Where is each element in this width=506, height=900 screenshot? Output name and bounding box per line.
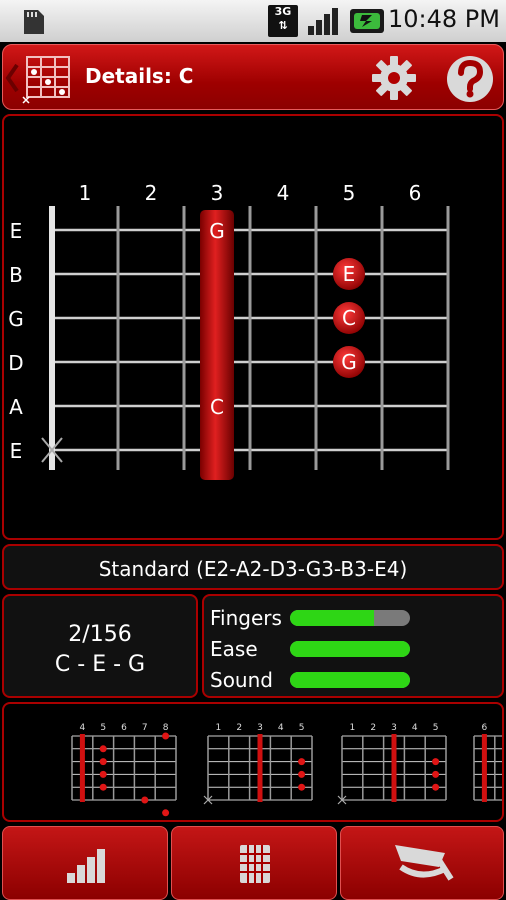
variant-fret-number: 3: [391, 723, 397, 733]
fret-number: 1: [79, 181, 92, 205]
variants-canvas[interactable]: 4 5 6 7 8 1 2 3 4 5 1 2 3 4 5 6: [4, 704, 502, 820]
variant-fret-number: 4: [278, 723, 284, 733]
variant-barre: [79, 734, 85, 802]
finger-dot-note: E: [343, 262, 356, 286]
rating-bar: [290, 610, 410, 626]
chord-variant[interactable]: 6: [473, 723, 502, 802]
variant-dot: [298, 758, 306, 766]
variant-fret-number: 2: [236, 723, 242, 733]
variant-fret-number: 2: [370, 723, 376, 733]
variant-dot: [432, 758, 440, 766]
network-3g-icon: 3G ⇅: [268, 5, 298, 37]
variant-dot: [162, 732, 170, 740]
variant-fret-number: 6: [482, 723, 488, 733]
chord-variant[interactable]: 4 5 6 7 8: [71, 723, 177, 817]
variant-dot: [141, 796, 149, 804]
signal-bars-icon: [67, 849, 105, 883]
string-name: E: [10, 219, 23, 243]
battery-charging-icon: [350, 9, 384, 33]
variant-fret-number: 4: [80, 723, 86, 733]
chord-diagram-panel[interactable]: 123456EBGDAEGCECG: [2, 114, 504, 540]
string-name: E: [10, 439, 23, 463]
rating-fingers: Fingers: [210, 604, 500, 632]
gear-icon[interactable]: [371, 55, 417, 101]
chord-variant[interactable]: 1 2 3 4 5: [337, 723, 447, 805]
variant-fret-number: 5: [433, 723, 439, 733]
fret-number: 4: [277, 181, 290, 205]
rating-fill: [290, 641, 410, 657]
finger-dot-note: G: [341, 350, 357, 374]
variant-dot: [99, 745, 107, 753]
variant-fret-number: 4: [412, 723, 418, 733]
variant-fret-number: 5: [299, 723, 305, 733]
chord-notes: C - E - G: [54, 652, 146, 677]
page-title: Details: C: [85, 64, 194, 88]
chord-fretboard[interactable]: 1 2 3 4 5 6EBGDAEGCECG: [4, 116, 502, 538]
rating-fill: [290, 610, 374, 626]
string-name: G: [8, 307, 24, 331]
string-name: A: [9, 395, 23, 419]
fret-number: 3: [211, 181, 224, 205]
rating-label: Sound: [210, 668, 273, 692]
rating-bar: [290, 641, 410, 657]
rating-label: Ease: [210, 637, 258, 661]
fret-number: 6: [409, 181, 422, 205]
app-header: Details: C: [2, 44, 504, 110]
finger-dot-note: C: [342, 306, 356, 330]
fret-number: 2: [145, 181, 158, 205]
variant-fret-number: 8: [163, 723, 169, 733]
barre-note-bottom: C: [210, 395, 224, 419]
capo-button[interactable]: [340, 826, 504, 900]
variant-fret-number: 6: [121, 723, 127, 733]
variant-dot: [298, 783, 306, 791]
sd-card-icon: [24, 10, 44, 34]
rating-fill: [290, 672, 410, 688]
variant-dot: [162, 809, 170, 817]
variant-fret-number: 5: [100, 723, 106, 733]
variant-fret-number: 1: [350, 723, 356, 733]
rating-ease: Ease: [210, 635, 500, 663]
chord-position: 2/156: [68, 622, 132, 647]
chord-variant[interactable]: 1 2 3 4 5: [203, 723, 313, 805]
ratings-panel: Fingers Ease Sound: [202, 594, 504, 698]
chord-variants-strip[interactable]: 4 5 6 7 8 1 2 3 4 5 1 2 3 4 5 6: [2, 702, 504, 822]
variant-barre: [391, 734, 397, 802]
rating-bar: [290, 672, 410, 688]
help-icon[interactable]: [445, 54, 495, 104]
rating-label: Fingers: [210, 606, 282, 630]
variant-dot: [432, 770, 440, 778]
variant-dot: [432, 783, 440, 791]
string-name: B: [9, 263, 23, 287]
variant-dot: [99, 770, 107, 778]
status-bar: 3G ⇅ 10:48 PM: [0, 0, 506, 42]
variant-fret-number: 7: [142, 723, 148, 733]
clock: 10:48 PM: [388, 5, 500, 33]
chord-grid-icon[interactable]: [21, 51, 73, 105]
barre-note-top: G: [209, 219, 225, 243]
rating-sound: Sound: [210, 666, 500, 694]
variant-barre: [481, 734, 487, 802]
variant-dot: [298, 770, 306, 778]
string-name: D: [8, 351, 23, 375]
signal-icon: [308, 8, 338, 35]
variant-dot: [99, 783, 107, 791]
variant-fret-number: 1: [216, 723, 222, 733]
variant-fret-number: 3: [257, 723, 263, 733]
tuning-label: Standard (E2-A2-D3-G3-B3-E4): [98, 557, 408, 581]
fret-number: 5: [343, 181, 356, 205]
variant-barre: [257, 734, 263, 802]
chord-grid-icon: [240, 845, 270, 883]
tuning-panel[interactable]: Standard (E2-A2-D3-G3-B3-E4): [2, 544, 504, 590]
chord-counter-panel: 2/156 C - E - G: [2, 594, 198, 698]
capo-icon: [395, 845, 454, 881]
variant-dot: [99, 758, 107, 766]
stats-button[interactable]: [2, 826, 168, 900]
barre-bar: [200, 210, 234, 480]
back-chevron-icon[interactable]: [5, 63, 19, 93]
chord-grid-button[interactable]: [171, 826, 337, 900]
